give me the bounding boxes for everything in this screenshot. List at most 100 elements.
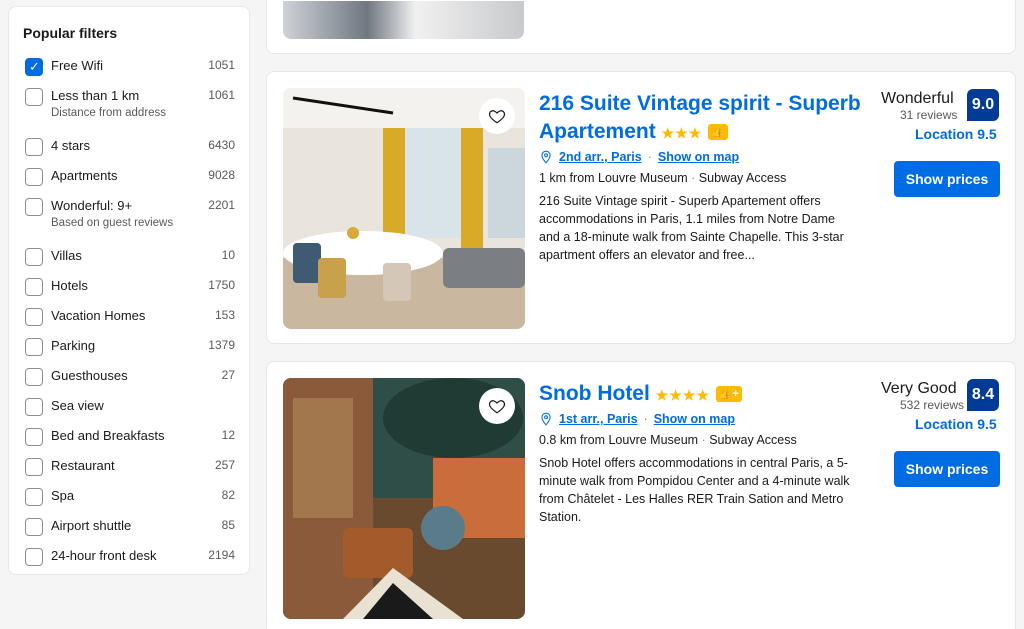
filter-label: Apartments xyxy=(51,168,118,183)
filter-less-than-1km[interactable]: Less than 1 km Distance from address 106… xyxy=(9,85,251,123)
show-prices-button[interactable]: Show prices xyxy=(894,451,1000,487)
filter-spa[interactable]: Spa 82 xyxy=(9,485,251,515)
thumbs-up-badge-icon: 👍 xyxy=(708,124,728,140)
filter-checkbox[interactable] xyxy=(25,518,43,536)
filter-count: 10 xyxy=(221,248,235,262)
filter-count: 82 xyxy=(221,488,235,502)
previous-listing-photo[interactable] xyxy=(283,1,524,39)
heart-icon xyxy=(488,400,506,414)
filter-label: Wonderful: 9+ xyxy=(51,198,133,213)
filter-checkbox[interactable] xyxy=(25,88,43,106)
filter-count: 27 xyxy=(221,368,235,382)
separator-dot: · xyxy=(643,412,648,426)
show-on-map-link[interactable]: Show on map xyxy=(654,412,735,426)
filter-wonderful-9[interactable]: Wonderful: 9+ Based on guest reviews 220… xyxy=(9,195,251,233)
listing-card: 216 Suite Vintage spirit - Superb Aparte… xyxy=(266,71,1016,344)
filter-checkbox[interactable] xyxy=(25,428,43,446)
filter-checkbox[interactable] xyxy=(25,248,43,266)
filter-count: 257 xyxy=(214,458,235,472)
filter-checkbox[interactable] xyxy=(25,368,43,386)
star-rating: ★★★ xyxy=(661,125,703,141)
filter-checkbox[interactable] xyxy=(25,168,43,186)
location-line: 1st arr., Paris · Show on map xyxy=(539,412,735,426)
filter-airport-shuttle[interactable]: Airport shuttle 85 xyxy=(9,515,251,545)
filter-checkbox[interactable] xyxy=(25,338,43,356)
listing-photo[interactable] xyxy=(283,378,525,619)
rating-word: Very Good xyxy=(881,380,957,397)
filter-vacation-homes[interactable]: Vacation Homes 153 xyxy=(9,305,251,335)
filter-count: 153 xyxy=(214,308,235,322)
filter-count: 2194 xyxy=(208,548,235,562)
listing-description: Snob Hotel offers accommodations in cent… xyxy=(539,456,850,524)
filter-label: 24-hour front desk xyxy=(51,548,157,563)
filter-sea-view[interactable]: Sea view xyxy=(9,395,251,425)
location-score: Location 9.5 xyxy=(915,416,997,432)
filter-label: Spa xyxy=(51,488,75,503)
filter-count: 1379 xyxy=(208,338,235,352)
filter-restaurant[interactable]: Restaurant 257 xyxy=(9,455,251,485)
listing-title-link[interactable]: Snob Hotel ★★★★ 👍+ xyxy=(539,380,869,409)
transit-text: Subway Access xyxy=(698,171,787,185)
listing-card: Snob Hotel ★★★★ 👍+ 1st arr., Paris · Sho… xyxy=(266,361,1016,629)
filter-checkbox[interactable] xyxy=(25,548,43,566)
separator-dot: · xyxy=(647,150,652,164)
distance-text: 1 km from Louvre Museum xyxy=(539,171,688,185)
filter-4-stars[interactable]: 4 stars 6430 xyxy=(9,135,251,165)
filter-checkbox[interactable] xyxy=(25,308,43,326)
filter-hotels[interactable]: Hotels 1750 xyxy=(9,275,251,305)
separator-dot: · xyxy=(691,171,699,185)
filter-count: 12 xyxy=(221,428,235,442)
review-count: 532 reviews xyxy=(900,398,965,412)
area-link[interactable]: 1st arr., Paris xyxy=(559,412,638,426)
filter-count: 85 xyxy=(221,518,235,532)
filter-label: Vacation Homes xyxy=(51,308,146,323)
filter-free-wifi[interactable]: Free Wifi 1051 xyxy=(9,55,251,85)
save-to-wishlist-button[interactable] xyxy=(479,388,515,424)
filter-label: Guesthouses xyxy=(51,368,128,383)
filter-24-hour-front-desk[interactable]: 24-hour front desk 2194 xyxy=(9,545,251,575)
filter-sublabel: Based on guest reviews xyxy=(51,217,174,229)
filter-checkbox[interactable] xyxy=(25,458,43,476)
location-score: Location 9.5 xyxy=(915,126,997,142)
map-pin-icon xyxy=(541,150,551,164)
filter-count: 1061 xyxy=(208,88,235,102)
show-on-map-link[interactable]: Show on map xyxy=(658,150,739,164)
filter-apartments[interactable]: Apartments 9028 xyxy=(9,165,251,195)
filter-guesthouses[interactable]: Guesthouses 27 xyxy=(9,365,251,395)
filter-count: 2201 xyxy=(208,198,235,212)
filter-label: Hotels xyxy=(51,278,88,293)
area-link[interactable]: 2nd arr., Paris xyxy=(559,150,642,164)
filter-label: Airport shuttle xyxy=(51,518,132,533)
map-pin-icon xyxy=(541,412,551,426)
filter-count: 9028 xyxy=(208,168,235,182)
filter-label: Restaurant xyxy=(51,458,115,473)
listing-title-link[interactable]: 216 Suite Vintage spirit - Superb Aparte… xyxy=(539,90,869,147)
filter-label: Free Wifi xyxy=(51,58,103,73)
filter-checkbox[interactable] xyxy=(25,488,43,506)
filter-checkbox[interactable] xyxy=(25,398,43,416)
filter-sublabel: Distance from address xyxy=(51,107,167,119)
filter-label: Bed and Breakfasts xyxy=(51,428,165,443)
filter-villas[interactable]: Villas 10 xyxy=(9,245,251,275)
filter-checkbox[interactable] xyxy=(25,138,43,156)
distance-text: 0.8 km from Louvre Museum xyxy=(539,433,699,447)
filter-checkbox[interactable] xyxy=(25,58,43,76)
save-to-wishlist-button[interactable] xyxy=(479,98,515,134)
review-count: 31 reviews xyxy=(900,108,958,122)
filter-label: Sea view xyxy=(51,398,104,413)
review-score-badge[interactable]: 8.4 xyxy=(967,379,999,411)
review-score-badge[interactable]: 9.0 xyxy=(967,89,999,121)
transit-text: Subway Access xyxy=(709,433,797,447)
star-rating: ★★★★ xyxy=(655,387,710,403)
location-line: 2nd arr., Paris · Show on map xyxy=(539,150,739,164)
filter-count: 1750 xyxy=(208,278,235,292)
distance-line: 1 km from Louvre Museum · Subway Access xyxy=(539,171,786,185)
filter-checkbox[interactable] xyxy=(25,278,43,296)
thumbs-up-plus-badge-icon: 👍+ xyxy=(715,386,742,402)
show-prices-button[interactable]: Show prices xyxy=(894,161,1000,197)
listing-photo[interactable] xyxy=(283,88,525,329)
filter-checkbox[interactable] xyxy=(25,198,43,216)
filter-parking[interactable]: Parking 1379 xyxy=(9,335,251,365)
heart-icon xyxy=(488,110,506,124)
filter-bed-and-breakfasts[interactable]: Bed and Breakfasts 12 xyxy=(9,425,251,455)
